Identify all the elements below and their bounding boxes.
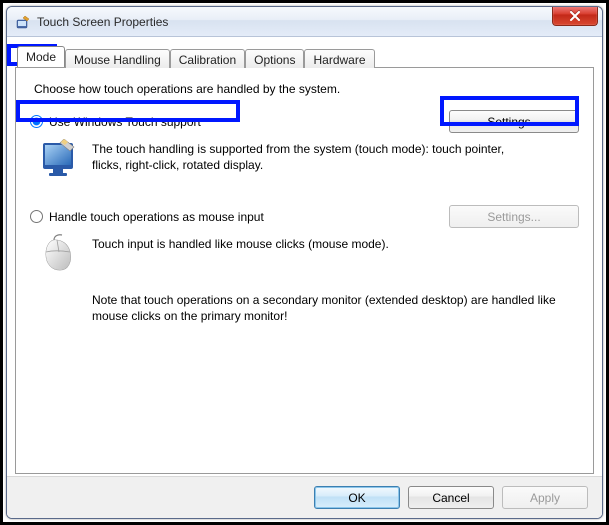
monitor-touch-icon (40, 139, 80, 179)
cancel-button[interactable]: Cancel (408, 486, 494, 509)
radio-windows-touch-input[interactable] (30, 115, 43, 128)
intro-text: Choose how touch operations are handled … (34, 82, 579, 96)
title-bar[interactable]: Touch Screen Properties (7, 7, 602, 37)
dialog-button-row: OK Cancel Apply (7, 476, 602, 518)
app-icon (15, 14, 31, 30)
tab-strip: Mode Mouse Handling Calibration Options … (17, 45, 594, 67)
desc-mouse-input: Touch input is handled like mouse clicks… (40, 234, 579, 274)
ok-button[interactable]: OK (314, 486, 400, 509)
client-area: Mode Mouse Handling Calibration Options … (7, 37, 602, 518)
mouse-icon (40, 234, 80, 274)
settings-button-windows-touch[interactable]: Settings... (449, 110, 579, 133)
note-mouse-input: Note that touch operations on a secondar… (92, 292, 562, 324)
settings-button-mouse-input: Settings... (449, 205, 579, 228)
radio-mouse-input-label: Handle touch operations as mouse input (49, 210, 264, 224)
option-windows-touch-row: Use Windows Touch support Settings... (30, 110, 579, 133)
dialog-window: Touch Screen Properties Mode Mouse Handl… (6, 6, 603, 519)
desc-windows-touch: The touch handling is supported from the… (40, 139, 579, 179)
window-title: Touch Screen Properties (37, 15, 168, 29)
desc-mouse-input-text: Touch input is handled like mouse clicks… (92, 234, 389, 274)
radio-windows-touch-label: Use Windows Touch support (49, 115, 201, 129)
radio-mouse-input-input[interactable] (30, 210, 43, 223)
option-mouse-input-row: Handle touch operations as mouse input S… (30, 205, 579, 228)
tab-calibration[interactable]: Calibration (170, 49, 245, 68)
tab-options[interactable]: Options (245, 49, 304, 68)
apply-button: Apply (502, 486, 588, 509)
radio-windows-touch[interactable]: Use Windows Touch support (30, 115, 201, 129)
tab-panel-mode: Choose how touch operations are handled … (15, 67, 594, 474)
desc-windows-touch-text: The touch handling is supported from the… (92, 139, 512, 179)
close-button[interactable] (552, 6, 598, 26)
radio-mouse-input[interactable]: Handle touch operations as mouse input (30, 210, 264, 224)
tab-hardware[interactable]: Hardware (304, 49, 374, 68)
tab-mouse-handling[interactable]: Mouse Handling (65, 49, 170, 68)
tab-mode[interactable]: Mode (17, 46, 65, 67)
